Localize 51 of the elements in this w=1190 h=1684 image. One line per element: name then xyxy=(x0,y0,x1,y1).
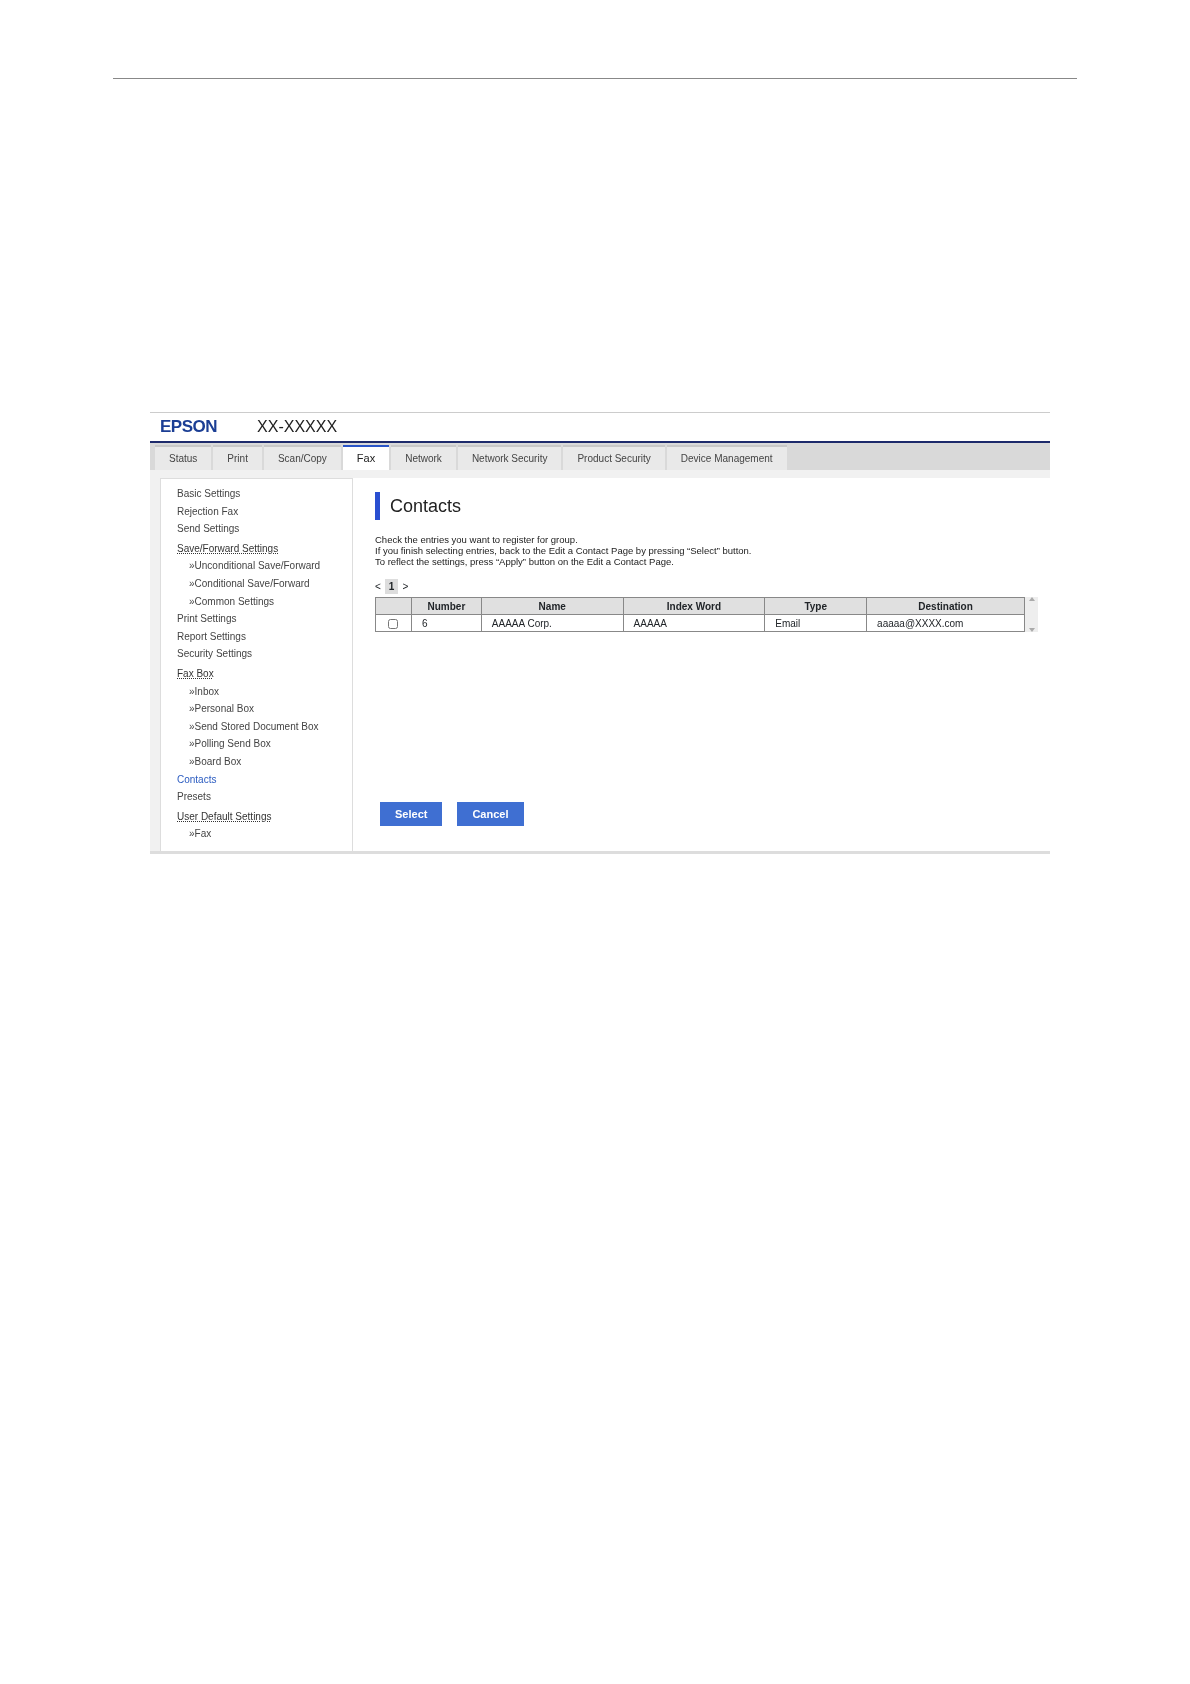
action-button[interactable]: Cancel xyxy=(457,802,524,826)
sidebar-item[interactable]: User Default Settings xyxy=(161,807,352,826)
nav-tab[interactable]: Network xyxy=(391,445,456,470)
logo: EPSON xyxy=(160,416,218,439)
column-header: Name xyxy=(481,597,624,615)
action-button[interactable]: Select xyxy=(380,802,443,826)
table-cell: aaaaa@XXXX.com xyxy=(866,614,1025,632)
sidebar-item[interactable]: »Common Settings xyxy=(161,592,352,611)
sidebar-item[interactable]: Fax Box xyxy=(161,664,352,683)
page-number[interactable]: 1 xyxy=(384,579,399,594)
nav-tab[interactable]: Fax xyxy=(342,445,390,470)
sidebar-item[interactable]: Presets xyxy=(161,788,352,806)
page-title: Contacts xyxy=(375,492,1038,520)
instruction-text: If you finish selecting entries, back to the Edit a Contact Page by pressing “Select” button. xyxy=(375,545,753,556)
nav-tab[interactable]: Print xyxy=(213,445,262,470)
sidebar-item[interactable]: »Inbox xyxy=(161,682,352,701)
nav-tab[interactable]: Scan/Copy xyxy=(263,445,341,470)
sidebar-item[interactable]: Basic Settings xyxy=(161,485,352,503)
sidebar-item[interactable]: Print Settings xyxy=(161,610,352,628)
instruction-text: Check the entries you want to register for group. xyxy=(375,534,579,545)
previous-page-link[interactable]: < xyxy=(375,579,381,594)
next-page-link[interactable]: > xyxy=(402,579,409,594)
sidebar-item[interactable]: Save/Forward Settings xyxy=(161,539,352,558)
nav-tab[interactable]: Status xyxy=(155,445,212,470)
sidebar-item[interactable]: Send Settings xyxy=(161,520,352,538)
model-name: XX-XXXXX xyxy=(257,417,338,437)
row-checkbox[interactable] xyxy=(388,618,399,629)
sidebar-item[interactable]: »Personal Box xyxy=(161,700,352,718)
table-cell: AAAAA Corp. xyxy=(481,614,624,632)
table-cell: AAAAA xyxy=(623,614,765,632)
column-header: Destination xyxy=(866,597,1025,615)
table-cell: 6 xyxy=(411,614,482,632)
nav-tab[interactable]: Product Security xyxy=(563,445,665,470)
table-cell: Email xyxy=(764,614,867,632)
sidebar-item[interactable]: »Send Stored Document Box xyxy=(161,717,352,736)
nav-tab[interactable]: Network Security xyxy=(457,445,562,470)
sidebar-item[interactable]: Rejection Fax xyxy=(161,502,352,521)
sidebar-item[interactable]: »Fax xyxy=(161,825,352,843)
sidebar-item[interactable]: Report Settings xyxy=(161,627,352,646)
scroll-bar[interactable] xyxy=(1025,597,1038,632)
column-header: Number xyxy=(411,597,482,615)
sidebar-item[interactable]: »Conditional Save/Forward xyxy=(161,574,352,593)
sidebar-item[interactable]: Contacts xyxy=(161,770,352,789)
nav-tab[interactable]: Device Management xyxy=(666,445,787,470)
column-header: Index Word xyxy=(623,597,765,615)
sidebar-item[interactable]: »Board Box xyxy=(161,752,352,771)
column-header: Type xyxy=(764,597,867,615)
sidebar-item[interactable]: Security Settings xyxy=(161,645,352,663)
instruction-text: To reflect the settings, press “Apply” button on the Edit a Contact Page. xyxy=(375,556,675,567)
sidebar-item[interactable]: »Polling Send Box xyxy=(161,735,352,753)
sidebar-item[interactable]: »Unconditional Save/Forward xyxy=(161,557,352,575)
